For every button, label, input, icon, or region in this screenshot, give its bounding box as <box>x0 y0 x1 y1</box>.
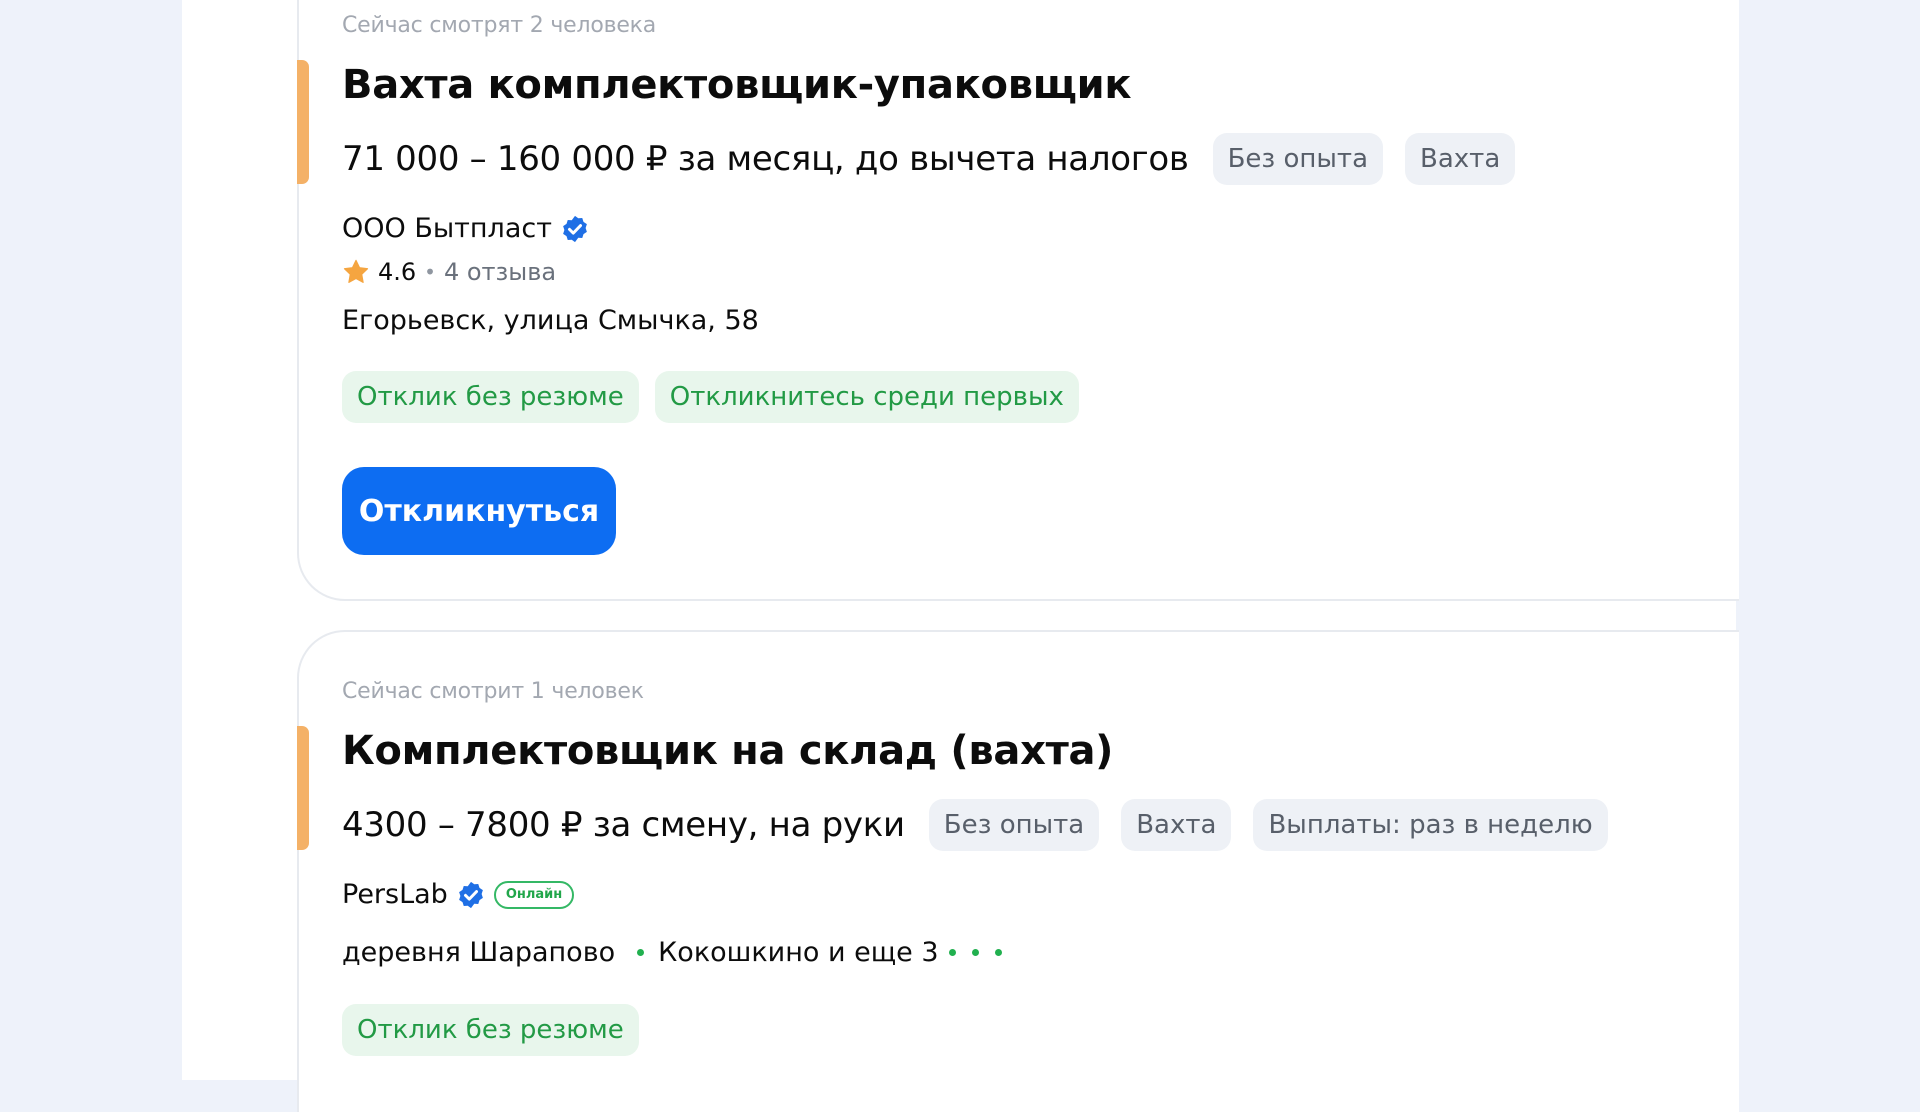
metro-dot-icon <box>994 949 1002 956</box>
tag-weekly-payments: Выплаты: раз в неделю <box>1253 799 1608 851</box>
rating-value: 4.6 <box>378 258 417 286</box>
chips-row: Отклик без резюме Откликнитесь среди пер… <box>342 371 1095 423</box>
locations-row: деревня Шарапово Кокошкино и еще 3 <box>342 937 1002 968</box>
vacancy-title[interactable]: Комплектовщик на склад (вахта) <box>342 728 1113 774</box>
rating-row: 4.6 • 4 отзыва <box>342 258 556 286</box>
reviews-link[interactable]: 4 отзыва <box>444 258 556 286</box>
metro-dot-icon <box>948 949 956 956</box>
verified-icon <box>456 880 486 910</box>
salary-row: 71 000 – 160 000 ₽ за месяц, до вычета н… <box>342 133 1537 185</box>
chip-apply-among-first: Откликнитесь среди первых <box>654 371 1079 423</box>
company-name[interactable]: PersLab <box>342 879 448 910</box>
salary: 4300 – 7800 ₽ за смену, на руки <box>342 805 905 845</box>
online-badge: Онлайн <box>493 880 575 909</box>
tag-no-experience: Без опыта <box>1212 133 1384 185</box>
tag-no-experience: Без опыта <box>928 799 1100 851</box>
location-metro[interactable]: Кокошкино и еще 3 <box>658 937 938 968</box>
verified-icon <box>560 214 590 244</box>
chip-apply-without-resume: Отклик без резюме <box>342 371 639 423</box>
accent-bar <box>297 726 309 850</box>
address: Егорьевск, улица Смычка, 58 <box>342 305 759 336</box>
vacancy-title[interactable]: Вахта комплектовщик-упаковщик <box>342 62 1132 108</box>
viewers-count: Сейчас смотрит 1 человек <box>342 679 644 704</box>
chips-row: Отклик без резюме <box>342 1004 655 1056</box>
vacancy-card[interactable]: Сейчас смотрит 1 человек Комплектовщик н… <box>297 630 1739 1112</box>
star-icon <box>342 258 370 286</box>
salary-row: 4300 – 7800 ₽ за смену, на руки Без опыт… <box>342 799 1630 851</box>
vacancy-card[interactable]: Сейчас смотрят 2 человека Вахта комплект… <box>297 0 1739 601</box>
accent-bar <box>297 60 309 184</box>
metro-dot-icon <box>971 949 979 956</box>
chip-apply-without-resume: Отклик без резюме <box>342 1004 639 1056</box>
location-village: деревня Шарапово <box>342 937 616 968</box>
tag-shift-work: Вахта <box>1405 133 1516 185</box>
viewers-count: Сейчас смотрят 2 человека <box>342 13 657 38</box>
metro-dot-icon <box>637 949 645 956</box>
separator-dot: • <box>424 260 436 284</box>
company-row: PersLab Онлайн <box>342 879 575 910</box>
salary: 71 000 – 160 000 ₽ за месяц, до вычета н… <box>342 139 1189 179</box>
company-name[interactable]: ООО Бытпласт <box>342 213 552 244</box>
tag-shift-work: Вахта <box>1121 799 1232 851</box>
company-row: ООО Бытпласт <box>342 213 590 244</box>
apply-button[interactable]: Откликнуться <box>342 467 616 555</box>
